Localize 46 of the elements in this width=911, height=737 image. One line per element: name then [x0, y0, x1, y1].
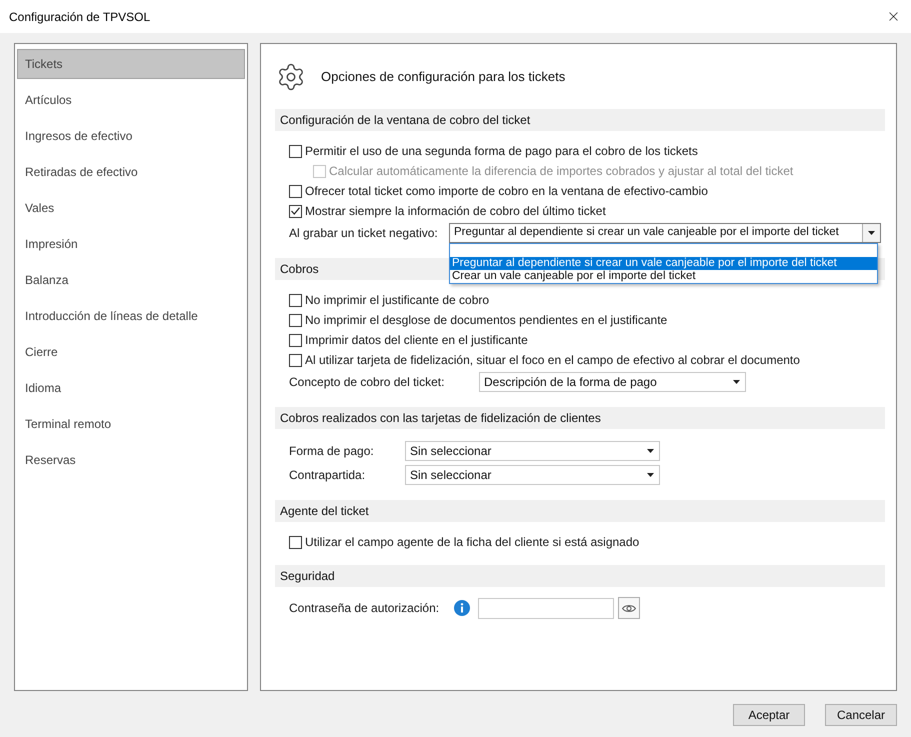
checkbox-label[interactable]: Al utilizar tarjeta de fidelización, situar el foco en el campo de efectivo al cobrar el documento — [305, 351, 800, 369]
sidebar-item[interactable]: Tickets — [17, 49, 245, 79]
checkbox-label[interactable]: Mostrar siempre la información de cobro del último ticket — [305, 202, 606, 220]
checkbox[interactable] — [289, 334, 302, 346]
dropdown[interactable]: Sin seleccionar — [405, 465, 660, 485]
dropdown-option[interactable]: Preguntar al dependiente si crear un vale canjeable por el importe del ticket — [450, 257, 877, 270]
dropdown[interactable]: Sin seleccionar — [405, 441, 660, 461]
field-label: Concepto de cobro del ticket: — [289, 374, 446, 391]
checkbox[interactable] — [289, 184, 302, 198]
field-label: Contraseña de autorización: — [289, 600, 440, 617]
dropdown[interactable]: Preguntar al dependiente si crear un vale canjeable por el importe del ticket — [449, 223, 881, 243]
checkbox-label[interactable]: Ofrecer total ticket como importe de cobro en la ventana de efectivo-cambio — [305, 182, 708, 200]
window-title: Configuración de TPVSOL — [8, 8, 152, 26]
checkmark-icon — [291, 207, 300, 215]
checkbox-label[interactable]: No imprimir el justificante de cobro — [305, 291, 490, 309]
password-field[interactable] — [478, 598, 614, 618]
section-header: Cobros realizados con las tarjetas de fidelización de clientes — [275, 407, 885, 429]
checkbox-label[interactable]: Permitir el uso de una segunda forma de pago para el cobro de los tickets — [305, 142, 698, 160]
caret-icon — [732, 380, 740, 384]
dialog-button[interactable]: Aceptar — [733, 704, 805, 726]
checkbox[interactable] — [289, 354, 302, 366]
eye-icon — [622, 604, 636, 612]
caret-icon — [646, 473, 654, 477]
show-password-button[interactable] — [618, 597, 640, 619]
field-label: Al grabar un ticket negativo: — [289, 225, 439, 242]
panel-title: Opciones de configuración para los tickets — [321, 68, 566, 86]
field-label: Contrapartida: — [289, 467, 366, 484]
checkbox-label[interactable]: Utilizar el campo agente de la ficha del cliente si está asignado — [305, 533, 640, 551]
checkbox-label[interactable]: Imprimir datos del cliente en el justificante — [305, 331, 528, 349]
dropdown-option[interactable]: Crear un vale canjeable por el importe del ticket — [450, 270, 877, 283]
section-header: Configuración de la ventana de cobro del ticket — [275, 109, 885, 131]
field-label: Forma de pago: — [289, 443, 375, 460]
checkbox[interactable] — [289, 536, 302, 548]
section-header: Seguridad — [275, 565, 885, 587]
checkbox[interactable] — [289, 294, 302, 306]
checkbox[interactable] — [289, 204, 302, 218]
caret-icon — [646, 449, 654, 453]
checkbox-label[interactable]: No imprimir el desglose de documentos pendientes en el justificante — [305, 311, 668, 329]
dropdown[interactable]: Descripción de la forma de pago — [479, 372, 746, 392]
dialog-button[interactable]: Cancelar — [825, 704, 897, 726]
checkbox[interactable] — [289, 314, 302, 326]
settings-icon — [276, 62, 306, 92]
checkbox[interactable] — [289, 144, 302, 158]
info-icon — [454, 600, 470, 616]
caret-icon — [868, 231, 875, 235]
section-header: Agente del ticket — [275, 500, 885, 522]
